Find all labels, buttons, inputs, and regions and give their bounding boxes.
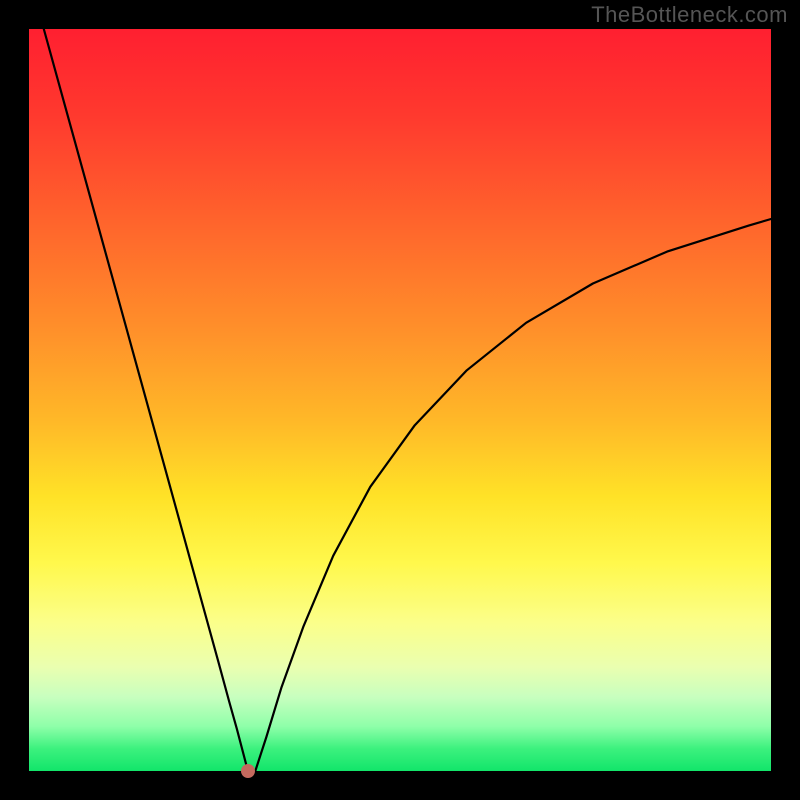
plot-area [29,29,771,771]
chart-frame: TheBottleneck.com [0,0,800,800]
optimal-point-marker [241,764,255,778]
bottleneck-curve [29,29,771,771]
watermark-text: TheBottleneck.com [591,2,788,28]
